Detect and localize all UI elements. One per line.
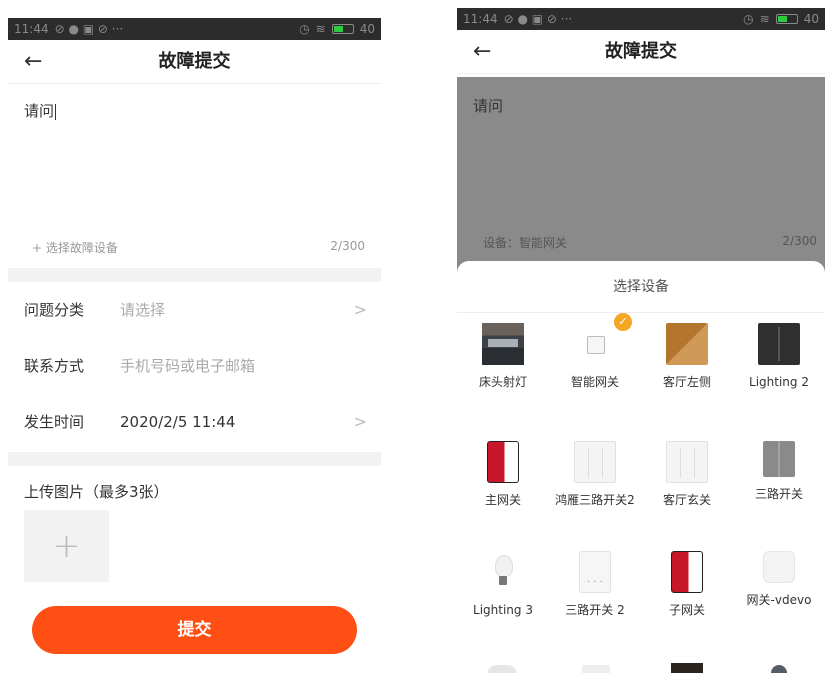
phone-left: 11:44 ⊘ ● ▣ ⊘ ··· ◷ ≋ 40 ← 故障提交 请问 + 选择故…	[8, 18, 381, 673]
device-name: 鸿雁三路开关2	[555, 493, 635, 507]
battery-icon	[331, 24, 354, 34]
device-item[interactable]: 客厅玄关	[641, 441, 733, 508]
status-time: 11:44	[14, 22, 49, 36]
device-name: 子网关	[668, 603, 705, 617]
partial-device-icon	[582, 665, 610, 673]
partial-device-icon	[771, 665, 787, 673]
row-category[interactable]: 问题分类 请选择 >	[8, 282, 381, 338]
char-count: 2/300	[782, 234, 817, 248]
submit-button[interactable]: 提交	[32, 606, 357, 654]
white-square-icon	[763, 551, 795, 583]
device-name: 床头射灯	[478, 375, 527, 389]
device-name: 三路开关	[754, 487, 803, 501]
description-input[interactable]: 请问	[24, 100, 57, 121]
row-time-value: 2020/2/5 11:44	[120, 413, 236, 431]
device-item[interactable]: 网关-vdevo	[733, 551, 825, 608]
device-name: Lighting 3	[473, 603, 533, 617]
section-divider	[8, 268, 381, 282]
device-name: 客厅左侧	[662, 375, 711, 389]
check-badge-icon: ✓	[614, 313, 632, 331]
device-name: 智能网关	[570, 375, 619, 389]
status-bar: 11:44 ⊘ ● ▣ ⊘ ··· ◷ ≋ 40	[457, 8, 825, 30]
battery-level: 40	[803, 12, 819, 26]
text-caret	[55, 103, 57, 120]
wifi-icon: ≋	[315, 22, 326, 36]
char-count: 2/300	[330, 239, 365, 253]
grey-panel-icon	[763, 441, 795, 477]
upload-title: 上传图片（最多3张）	[24, 483, 169, 501]
device-name: 客厅玄关	[662, 493, 711, 507]
row-contact[interactable]: 联系方式 手机号码或电子邮箱	[8, 338, 381, 394]
device-item[interactable]: Lighting 2	[733, 323, 825, 390]
chevron-right-icon: >	[353, 300, 367, 319]
device-item[interactable]: Lighting 3	[457, 551, 549, 618]
device-item[interactable]: 床头射灯	[457, 323, 549, 390]
alarm-icon: ◷	[299, 22, 310, 36]
status-time: 11:44	[463, 12, 498, 26]
row-category-value: 请选择	[120, 301, 166, 319]
red-gateway-icon	[671, 551, 703, 593]
page-title: 故障提交	[605, 41, 677, 62]
bulb-icon	[482, 551, 524, 593]
device-name: 网关-vdevo	[746, 593, 812, 607]
status-bar: 11:44 ⊘ ● ▣ ⊘ ··· ◷ ≋ 40	[8, 18, 381, 40]
contact-input[interactable]: 手机号码或电子邮箱	[120, 338, 255, 394]
plus-icon: +	[52, 526, 81, 566]
device-name: 主网关	[484, 493, 521, 507]
selected-device-line: 设备：智能网关	[483, 236, 568, 250]
light-panel-icon	[574, 441, 616, 483]
sheet-title: 选择设备	[457, 261, 825, 313]
three-switch-icon	[579, 551, 611, 593]
nav-bar: ← 故障提交	[457, 30, 825, 74]
battery-level: 40	[359, 22, 375, 36]
dog-photo-icon	[666, 323, 708, 365]
nav-bar: ← 故障提交	[8, 40, 381, 84]
row-time-label: 发生时间	[24, 413, 85, 431]
row-contact-label: 联系方式	[24, 357, 85, 375]
device-item[interactable]: 鸿雁三路开关2	[549, 441, 641, 508]
device-picker-sheet: 选择设备 床头射灯 ✓ 智能网关 客厅左侧 Lighting 2 主网关 鸿雁三…	[457, 261, 825, 673]
alarm-icon: ◷	[743, 12, 754, 26]
partial-device-icon	[671, 663, 703, 673]
device-name: 三路开关 2	[565, 603, 625, 617]
upload-image-button[interactable]: +	[24, 510, 109, 582]
device-name: Lighting 2	[749, 375, 809, 389]
device-item[interactable]: 客厅左侧	[641, 323, 733, 390]
status-icons: ⊘ ● ▣ ⊘ ···	[54, 22, 124, 36]
description-text: 请问	[473, 97, 504, 115]
section-divider	[8, 452, 381, 466]
room-photo-icon	[482, 323, 524, 365]
description-text: 请问	[24, 102, 55, 120]
page-title: 故障提交	[158, 51, 231, 72]
device-item[interactable]: 子网关	[641, 551, 733, 618]
wifi-icon: ≋	[759, 12, 770, 26]
partial-device-icon	[487, 665, 517, 673]
device-item[interactable]: 主网关	[457, 441, 549, 508]
description-area[interactable]: 请问 + 选择故障设备 2/300	[8, 84, 381, 268]
select-device-link[interactable]: + 选择故障设备	[32, 239, 118, 256]
dark-switch-icon	[758, 323, 800, 365]
battery-icon	[775, 14, 798, 24]
chevron-right-icon: >	[353, 412, 367, 431]
row-category-label: 问题分类	[24, 301, 85, 319]
red-gateway-icon	[487, 441, 519, 483]
device-item[interactable]: 三路开关 2	[549, 551, 641, 618]
gateway-icon: ✓	[574, 313, 632, 365]
light-panel-icon	[666, 441, 708, 483]
device-item[interactable]: 三路开关	[733, 441, 825, 502]
device-item-selected[interactable]: ✓ 智能网关	[549, 313, 641, 390]
status-icons: ⊘ ● ▣ ⊘ ···	[503, 12, 573, 26]
phone-right: 11:44 ⊘ ● ▣ ⊘ ··· ◷ ≋ 40 ← 故障提交 请问 设备：智能…	[457, 8, 825, 673]
row-time[interactable]: 发生时间 2020/2/5 11:44 >	[8, 394, 381, 450]
